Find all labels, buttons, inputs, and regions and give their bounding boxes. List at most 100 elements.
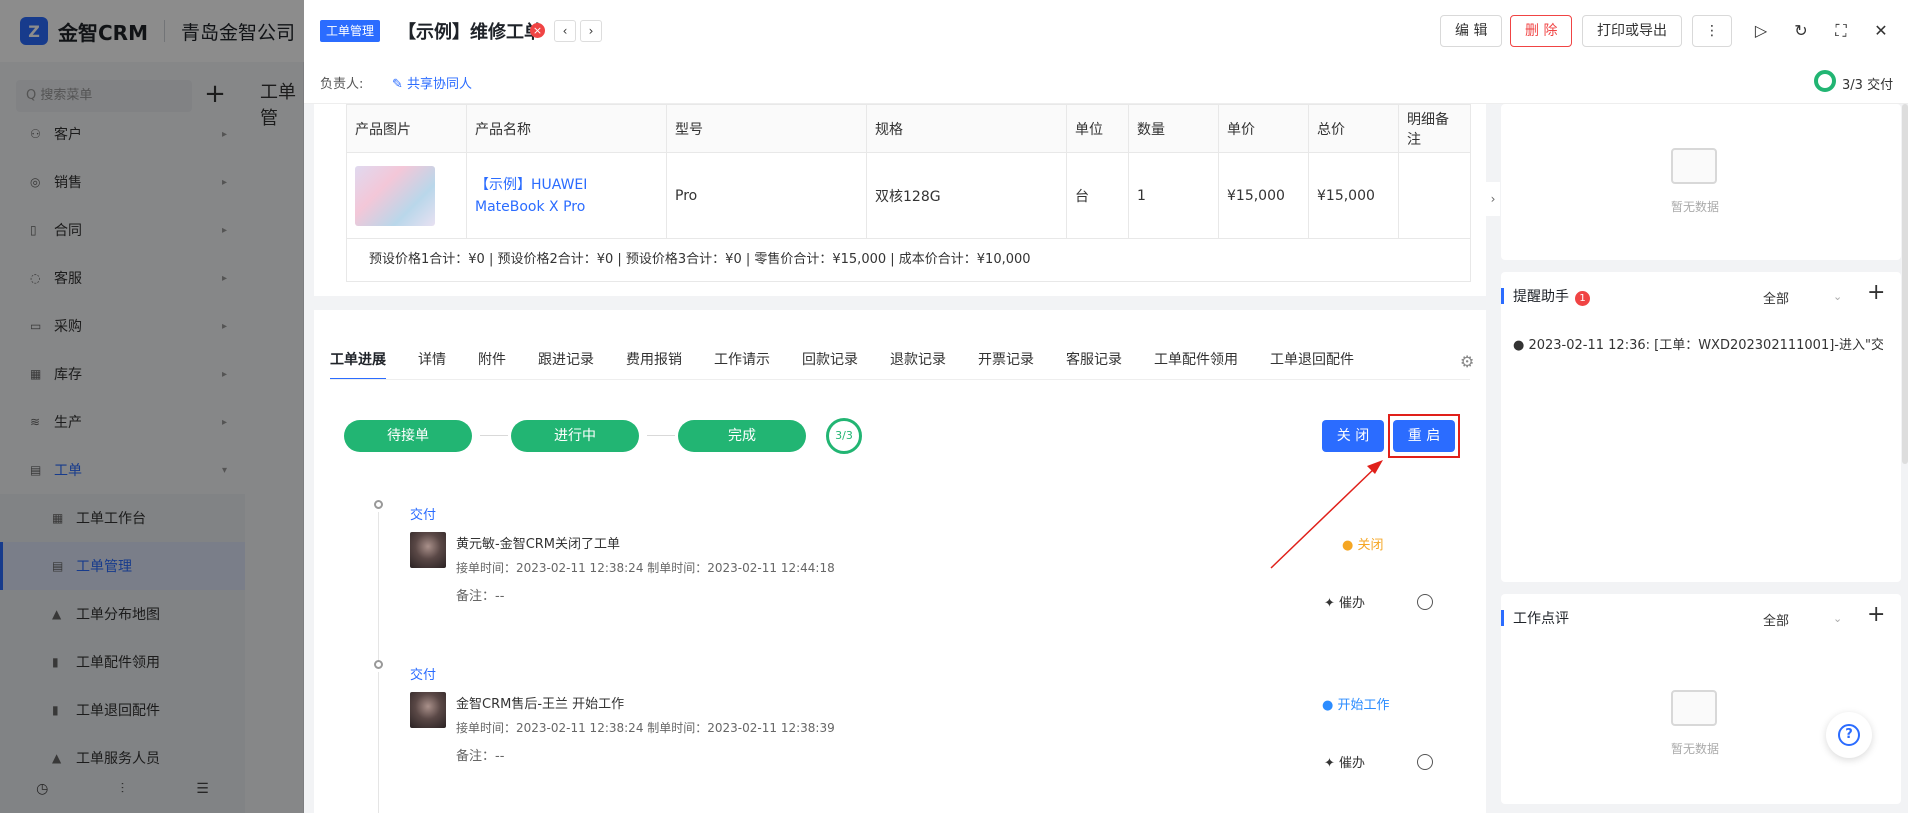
timeline-stage: 交付 [410, 668, 437, 683]
urge-button[interactable]: ✦ 催办 [1324, 592, 1365, 611]
unit-cell: 台 [1066, 152, 1129, 239]
highlight-box [1388, 414, 1460, 458]
add-review-button[interactable]: + [1867, 602, 1885, 627]
owner-label: 负责人: [320, 77, 364, 92]
review-title: 工作点评 [1501, 608, 1569, 628]
col-header: 总价 [1308, 104, 1399, 153]
chevron-down-icon[interactable]: ⌄ [1833, 290, 1842, 303]
urge-label: 催办 [1339, 596, 1366, 611]
refresh-icon[interactable]: ↻ [1791, 21, 1811, 41]
pin-icon: ✦ [1324, 756, 1340, 771]
empty-text: 暂无数据 [1671, 742, 1720, 756]
table-header: 产品图片 产品名称 型号 规格 单位 数量 单价 总价 明细备注 [346, 104, 1471, 153]
review-filter[interactable]: 全部 [1763, 610, 1789, 629]
col-header: 型号 [666, 104, 867, 153]
timeline-line [378, 672, 379, 813]
timeline-note: 备注：-- [456, 749, 505, 764]
section-gap [314, 296, 1486, 310]
collapse-panel-button[interactable]: › [1486, 182, 1500, 216]
urge-button[interactable]: ✦ 催办 [1324, 752, 1365, 771]
comment-icon[interactable] [1417, 754, 1433, 770]
timeline-note: 备注：-- [456, 589, 505, 604]
model-cell: Pro [666, 152, 867, 239]
timeline-line [378, 512, 379, 667]
note-cell [1398, 152, 1471, 239]
fullscreen-icon[interactable]: ⛶ [1831, 21, 1851, 41]
timeline-times: 接单时间：2023-02-11 12:38:24 制单时间：2023-02-11… [456, 561, 835, 575]
error-icon: × [530, 23, 545, 38]
totals-summary: 预设价格1合计：¥0 | 预设价格2合计：¥0 | 预设价格3合计：¥0 | 零… [346, 238, 1471, 282]
reminder-item[interactable]: ● 2023-02-11 12:36: [工单：WXD202302111001]… [1513, 334, 1883, 353]
gear-icon[interactable]: ⚙ [1460, 352, 1474, 371]
empty-inbox-icon [1671, 148, 1717, 184]
close-icon[interactable]: ✕ [1871, 21, 1891, 41]
edit-pen-icon: ✎ [392, 77, 408, 92]
col-header: 数量 [1128, 104, 1219, 153]
status-badge: ● 开始工作 [1322, 698, 1390, 713]
timeline-dot [374, 660, 383, 669]
col-header: 单位 [1066, 104, 1129, 153]
total-cell: ¥15,000 [1308, 152, 1399, 239]
divider [330, 379, 1470, 380]
qty-cell: 1 [1128, 152, 1219, 239]
drawer-header: 工单管理 【示例】维修工单 × ‹ › 编 辑 删 除 打印或导出 ⋮ ▷ ↻ … [304, 0, 1908, 104]
help-icon: ? [1838, 724, 1860, 746]
prev-record-button[interactable]: ‹ [554, 20, 576, 42]
module-tag: 工单管理 [320, 20, 381, 42]
chevron-down-icon[interactable]: ⌄ [1833, 612, 1842, 625]
stage-connector [480, 435, 508, 436]
reminder-card: 提醒助手 1 全部 ⌄ + ● 2023-02-11 12:36: [工单：WXD… [1501, 272, 1901, 582]
workorder-drawer: 工单管理 【示例】维修工单 × ‹ › 编 辑 删 除 打印或导出 ⋮ ▷ ↻ … [304, 0, 1908, 813]
stage-connector [647, 435, 675, 436]
avatar [410, 532, 446, 568]
review-card: 工作点评 全部 ⌄ + 暂无数据 [1501, 594, 1901, 804]
avatar [410, 692, 446, 728]
timeline-text: 金智CRM售后-王兰 开始工作 [456, 697, 625, 712]
timeline-dot [374, 500, 383, 509]
progress-value: 3/3 [1842, 78, 1863, 93]
reminder-title: 提醒助手 1 [1501, 286, 1590, 306]
reminder-badge: 1 [1575, 291, 1590, 306]
empty-inbox-icon [1671, 690, 1717, 726]
more-button[interactable]: ⋮ [1692, 15, 1732, 47]
edit-button[interactable]: 编 辑 [1440, 15, 1503, 47]
share-label: 共享协同人 [407, 77, 473, 92]
col-header: 规格 [866, 104, 1067, 153]
print-export-button[interactable]: 打印或导出 [1582, 15, 1682, 47]
pin-icon: ✦ [1324, 596, 1340, 611]
next-record-button[interactable]: › [580, 20, 602, 42]
stage-in-progress[interactable]: 进行中 [511, 420, 639, 452]
timeline-times: 接单时间：2023-02-11 12:38:24 制单时间：2023-02-11… [456, 721, 835, 735]
status-badge: ● 关闭 [1342, 538, 1384, 553]
main-panel: 产品图片 产品名称 型号 规格 单位 数量 单价 总价 明细备注 【示例】HUA… [314, 104, 1486, 813]
help-button[interactable]: ? [1826, 712, 1872, 758]
comment-icon[interactable] [1417, 594, 1433, 610]
empty-card: 暂无数据 [1501, 104, 1901, 260]
record-title: 【示例】维修工单 [398, 22, 542, 43]
urge-label: 催办 [1339, 756, 1366, 771]
timeline-text: 黄元敏-金智CRM关闭了工单 [456, 537, 621, 552]
product-name-link[interactable]: 【示例】HUAWEI MateBook X Pro [466, 152, 667, 239]
reminder-title-text: 提醒助手 [1513, 289, 1569, 305]
spec-cell: 双核128G [866, 152, 1067, 239]
add-reminder-button[interactable]: + [1867, 280, 1885, 305]
progress-stage: 交付 [1867, 78, 1894, 93]
product-image[interactable] [355, 165, 435, 226]
stage-complete[interactable]: 完成 [678, 420, 806, 452]
col-header: 明细备注 [1398, 104, 1471, 153]
table-row: 【示例】HUAWEI MateBook X Pro Pro 双核128G 台 1… [346, 152, 1471, 239]
close-order-button[interactable]: 关 闭 [1322, 420, 1384, 452]
scrollbar[interactable] [1902, 104, 1908, 464]
share-collaborator-link[interactable]: ✎ 共享协同人 [392, 73, 472, 92]
progress-status: 3/3 交付 [1842, 74, 1893, 93]
progress-ring-icon [1814, 70, 1836, 92]
delete-button[interactable]: 删 除 [1510, 15, 1573, 47]
col-header: 产品图片 [346, 104, 467, 153]
empty-text: 暂无数据 [1671, 200, 1720, 214]
modal-overlay[interactable] [0, 0, 304, 813]
timeline-stage: 交付 [410, 508, 437, 523]
stage-pending[interactable]: 待接单 [344, 420, 472, 452]
play-icon[interactable]: ▷ [1751, 21, 1771, 41]
right-panel: 暂无数据 提醒助手 1 全部 ⌄ + ● 2023-02-11 12:36: [工… [1501, 104, 1908, 813]
reminder-filter[interactable]: 全部 [1763, 288, 1789, 307]
